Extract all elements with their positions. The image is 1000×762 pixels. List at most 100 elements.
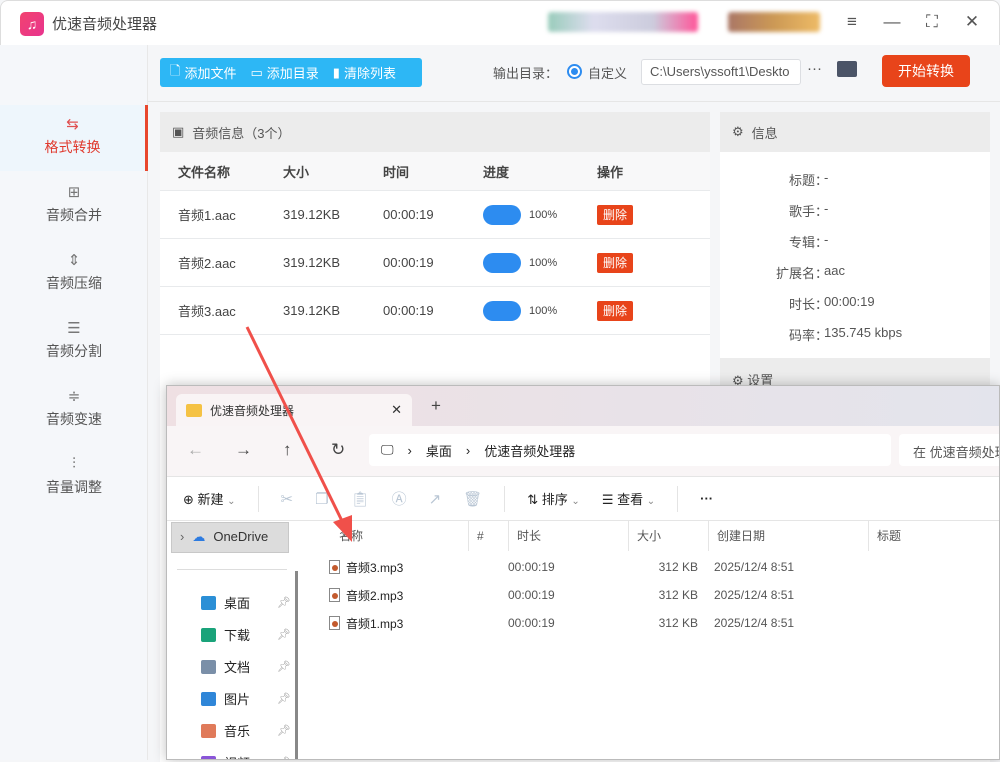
open-folder-icon[interactable] — [837, 61, 857, 77]
sidebar-item-speed[interactable]: ≑ 音频变速 — [0, 377, 148, 443]
image-icon: ▣ — [172, 124, 185, 139]
minimize-icon[interactable]: — — [880, 10, 904, 34]
menu-icon[interactable]: ≡ — [840, 10, 864, 34]
nav-item[interactable]: 桌面 📌︎ — [201, 593, 291, 612]
sidebar-item-label: 音量调整 — [46, 479, 102, 495]
nav-item[interactable]: 文档 📌︎ — [201, 657, 291, 676]
sidebar-item-merge[interactable]: ⊞ 音频合并 — [0, 173, 148, 239]
file-created: 2025/12/4 8:51 — [714, 560, 795, 574]
nav-item[interactable]: 图片 📌︎ — [201, 689, 291, 708]
pin-icon[interactable]: 📌︎ — [277, 660, 291, 673]
col-header-size[interactable]: 大小 — [629, 521, 709, 551]
vip-badge-blurred[interactable] — [728, 12, 820, 32]
trash-icon: ▮ — [332, 64, 340, 80]
nav-item[interactable]: 视频 📌︎ — [201, 753, 291, 759]
file-row[interactable]: 音频2.mp3 00:00:19 312 KB 2025/12/4 8:51 — [329, 584, 794, 606]
breadcrumb-item[interactable]: 桌面 — [426, 441, 452, 460]
add-file-button[interactable]: 🗋 添加文件 — [170, 62, 236, 84]
info-key: 码率： — [788, 328, 828, 343]
paste-icon[interactable]: 📋︎ — [351, 490, 370, 508]
info-field: 时长： 00:00:19 — [720, 294, 990, 314]
computer-icon: 🖵 — [381, 442, 394, 457]
user-info-blurred — [548, 12, 698, 32]
sidebar-item-compress[interactable]: ⇕ 音频压缩 — [0, 241, 148, 307]
info-key: 扩展名： — [775, 266, 828, 281]
explorer-tab[interactable]: 优速音频处理器 ✕ — [176, 394, 412, 426]
cloud-icon: ☁ — [192, 529, 206, 544]
scrollbar[interactable] — [295, 571, 298, 759]
custom-radio[interactable] — [567, 64, 582, 79]
new-tab-button[interactable]: + — [431, 396, 441, 416]
info-key: 歌手： — [788, 204, 828, 219]
pin-icon[interactable]: 📌︎ — [277, 756, 291, 759]
audio-file-icon — [329, 560, 340, 574]
table-row[interactable]: 音频2.aac 319.12KB 00:00:19 100% 删除 — [160, 239, 710, 287]
progress-percent: 100% — [529, 208, 558, 221]
nav-item-onedrive[interactable]: › ☁ OneDrive — [171, 522, 289, 553]
breadcrumb-item[interactable]: 优速音频处理器 — [484, 441, 575, 460]
chevron-right-icon: › — [407, 442, 412, 458]
info-field: 标题： - — [720, 170, 990, 190]
maximize-icon[interactable]: ⛶ — [920, 10, 944, 34]
file-row[interactable]: 音频3.mp3 00:00:19 312 KB 2025/12/4 8:51 — [329, 556, 794, 578]
file-duration: 00:00:19 — [508, 588, 555, 602]
clear-list-button[interactable]: ▮ 清除列表 — [333, 63, 396, 82]
split-icon: ☰ — [67, 320, 81, 337]
nav-item[interactable]: 下载 📌︎ — [201, 625, 291, 644]
file-icon: 🗋 — [170, 62, 181, 78]
share-icon[interactable]: ↗ — [429, 490, 442, 508]
sidebar-item-format-convert[interactable]: ⇆ 格式转换 — [0, 105, 148, 171]
col-header-name[interactable]: 名称 — [303, 521, 469, 551]
new-button[interactable]: ⊕ 新建 ⌄ — [183, 489, 236, 508]
col-header-created[interactable]: 创建日期 — [709, 521, 869, 551]
refresh-icon[interactable]: ↻ — [331, 440, 345, 460]
col-header: 进度 — [483, 164, 510, 180]
table-row[interactable]: 音频3.aac 319.12KB 00:00:19 100% 删除 — [160, 287, 710, 335]
more-button[interactable]: ··· — [700, 491, 713, 506]
sidebar-item-split[interactable]: ☰ 音频分割 — [0, 309, 148, 375]
file-row[interactable]: 音频1.mp3 00:00:19 312 KB 2025/12/4 8:51 — [329, 612, 794, 634]
pin-icon[interactable]: 📌︎ — [277, 596, 291, 609]
add-directory-button[interactable]: ▭ 添加目录 — [250, 63, 318, 82]
nav-item[interactable]: 音乐 📌︎ — [201, 721, 291, 740]
close-tab-icon[interactable]: ✕ — [391, 402, 402, 418]
pin-icon[interactable]: 📌︎ — [277, 692, 291, 705]
forward-icon[interactable]: → — [235, 440, 252, 460]
sidebar-item-label: 音频压缩 — [46, 275, 102, 291]
sidebar: ⇆ 格式转换 ⊞ 音频合并 ⇕ 音频压缩 ☰ 音频分割 ≑ 音频变速 ⫶ 音量调整 — [0, 45, 148, 760]
col-header-duration[interactable]: 时长 — [509, 521, 629, 551]
output-path-input[interactable]: C:\Users\yssoft1\Deskto — [641, 59, 801, 85]
info-key: 标题： — [788, 173, 828, 188]
delete-button[interactable]: 删除 — [597, 301, 634, 321]
sidebar-item-volume[interactable]: ⫶ 音量调整 — [0, 445, 148, 511]
delete-button[interactable]: 删除 — [597, 205, 634, 225]
cut-icon[interactable]: ✂ — [281, 490, 294, 508]
view-button[interactable]: ☰ 查看 ⌄ — [602, 489, 655, 508]
up-icon[interactable]: ↑ — [283, 440, 292, 460]
divider — [177, 569, 287, 570]
col-header-title[interactable]: 标题 — [869, 521, 999, 551]
start-convert-button[interactable]: 开始转换 — [882, 55, 970, 87]
pin-icon[interactable]: 📌︎ — [277, 724, 291, 737]
address-bar[interactable]: 🖵 › 桌面 › 优速音频处理器 — [369, 434, 891, 466]
location-icon — [201, 755, 216, 759]
close-icon[interactable]: ✕ — [960, 10, 984, 34]
back-icon[interactable]: ← — [187, 440, 204, 460]
rename-icon[interactable]: Ⓐ — [392, 488, 407, 509]
pin-icon[interactable]: 📌︎ — [277, 628, 291, 641]
custom-radio-label[interactable]: 自定义 — [588, 63, 627, 82]
sort-button[interactable]: ⇅ 排序 ⌄ — [527, 489, 580, 508]
info-value: - — [824, 170, 829, 185]
file-duration: 00:00:19 — [508, 560, 555, 574]
copy-icon[interactable]: ❐ — [315, 490, 328, 508]
delete-icon[interactable]: 🗑︎ — [463, 490, 482, 508]
nav-label: 桌面 — [224, 596, 251, 611]
delete-button[interactable]: 删除 — [597, 253, 634, 273]
col-header-number[interactable]: # — [469, 521, 509, 551]
search-input[interactable]: 在 优速音频处理器中搜索 — [899, 434, 999, 466]
browse-more-button[interactable]: ··· — [807, 60, 822, 77]
chevron-right-icon: › — [180, 529, 185, 544]
file-size: 312 KB — [658, 616, 698, 630]
table-row[interactable]: 音频1.aac 319.12KB 00:00:19 100% 删除 — [160, 191, 710, 239]
col-header: 时间 — [383, 164, 410, 180]
